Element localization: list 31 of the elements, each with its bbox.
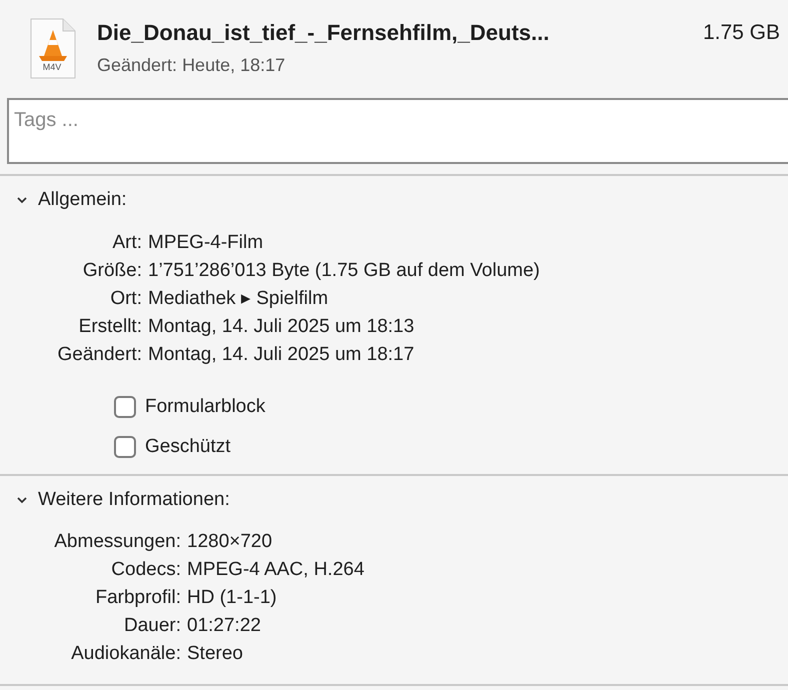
property-label: Geändert: xyxy=(56,342,142,366)
property-value: Stereo xyxy=(187,642,243,666)
file-size: 1.75 GB xyxy=(702,20,780,46)
section-title[interactable]: Weitere Informationen: xyxy=(38,486,230,514)
tags-field[interactable]: Tags ... xyxy=(7,98,788,164)
checkbox[interactable] xyxy=(114,396,136,418)
property-label: Abmessungen: xyxy=(53,530,181,554)
property-value: Montag, 14. Juli 2025 um 18:17 xyxy=(148,342,414,366)
property-label: Dauer: xyxy=(122,614,181,638)
property-value: 1’751’286’013 Byte (1.75 GB auf dem Volume) xyxy=(148,258,540,282)
file-name: Die_Donau_ist_tief_-_Fernsehfilm,_Deuts... xyxy=(97,19,550,47)
property-label: Farbprofil: xyxy=(94,586,181,610)
property-value: Montag, 14. Juli 2025 um 18:13 xyxy=(148,314,414,338)
modified-value: Heute, 18:17 xyxy=(182,54,286,77)
property-label: Audiokanäle: xyxy=(70,642,181,666)
checkbox-label: Geschützt xyxy=(145,435,231,459)
checkbox[interactable] xyxy=(114,436,136,458)
property-value: MPEG-4-Film xyxy=(148,230,264,254)
checkbox-label: Formularblock xyxy=(145,394,266,418)
property-value: MPEG-4 AAC, H.264 xyxy=(187,558,364,582)
property-label: Art: xyxy=(111,230,142,254)
property-label: Codecs: xyxy=(110,558,181,582)
section-title[interactable]: Allgemein: xyxy=(38,186,127,214)
property-value: HD (1-1-1) xyxy=(187,586,277,610)
property-label: Größe: xyxy=(82,258,142,282)
property-value: Mediathek ▸ Spielfilm xyxy=(148,286,328,310)
property-label: Erstellt: xyxy=(78,314,142,338)
property-value: 01:27:22 xyxy=(187,614,261,638)
property-label: Ort: xyxy=(109,286,142,310)
property-value: 1280×720 xyxy=(187,530,272,554)
modified-label: Geändert: xyxy=(97,54,178,77)
